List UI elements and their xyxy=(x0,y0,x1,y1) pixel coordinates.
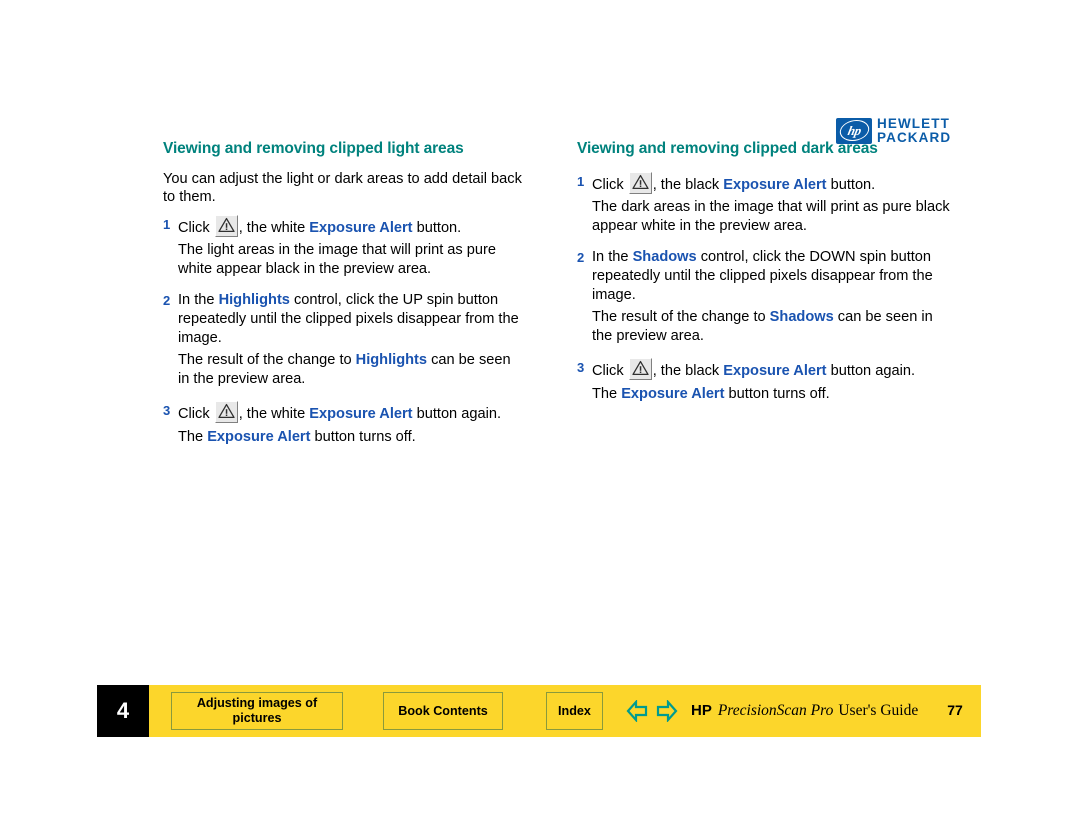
inline-emphasis-term: Exposure Alert xyxy=(207,428,311,445)
step-number: 1 xyxy=(577,173,585,189)
inline-emphasis-term: Exposure Alert xyxy=(309,406,413,423)
step-number: 3 xyxy=(163,403,171,419)
right-content-column: Viewing and removing clipped dark areas … xyxy=(577,140,955,404)
footer-title-hp: HP xyxy=(691,702,712,719)
step-number: 2 xyxy=(163,293,171,309)
inline-emphasis-term: Shadows xyxy=(632,249,697,266)
step-text: Click , the white Exposure Alert button … xyxy=(178,401,523,424)
warning-alert-icon[interactable] xyxy=(628,171,652,194)
step-text: In the Shadows control, click the DOWN s… xyxy=(592,249,933,303)
hp-logo-mark-text: hp xyxy=(846,123,862,139)
step-detail-text: The Exposure Alert button turns off. xyxy=(592,385,830,402)
inline-emphasis-term: Exposure Alert xyxy=(309,219,413,236)
step-detail-text: The result of the change to Shadows can … xyxy=(592,309,933,344)
hp-logo-line1: HEWLETT xyxy=(877,116,950,131)
numbered-step: 3 Click , the black Exposure Alert button… xyxy=(577,358,955,381)
step-number: 3 xyxy=(577,360,585,376)
left-steps-list: 1 Click , the white Exposure Alert button… xyxy=(163,214,523,447)
left-content-column: Viewing and removing clipped light areas… xyxy=(163,140,523,447)
inline-emphasis-term: Exposure Alert xyxy=(723,363,827,380)
numbered-step: 2 In the Highlights control, click the UP… xyxy=(163,291,523,347)
inline-emphasis-term: Highlights xyxy=(218,292,290,309)
inline-emphasis-term: Exposure Alert xyxy=(621,385,725,402)
left-arrow-icon[interactable] xyxy=(625,700,649,722)
inline-emphasis-term: Highlights xyxy=(355,352,428,369)
warning-alert-icon[interactable] xyxy=(214,214,238,237)
step-text: Click , the black Exposure Alert button … xyxy=(592,358,955,381)
numbered-step: 2 In the Shadows control, click the DOWN … xyxy=(577,248,955,304)
footer-chapter-button[interactable]: Adjusting images of pictures xyxy=(171,692,343,730)
step-detail-text: The result of the change to Highlights c… xyxy=(178,352,511,387)
step-number: 1 xyxy=(163,216,171,232)
step-detail-text: The dark areas in the image that will pr… xyxy=(592,199,950,234)
page-footer: 4 Adjusting images of pictures Book Cont… xyxy=(97,685,981,737)
inline-emphasis-term: Exposure Alert xyxy=(723,176,827,193)
footer-page-number: 77 xyxy=(947,702,963,718)
footer-index-button[interactable]: Index xyxy=(546,692,603,730)
footer-nav-arrows xyxy=(625,700,679,722)
footer-title-product: PrecisionScan Pro xyxy=(717,702,834,719)
step-text: Click , the white Exposure Alert button. xyxy=(178,214,523,238)
footer-book-contents-button[interactable]: Book Contents xyxy=(383,692,503,730)
numbered-step: 1 Click , the black Exposure Alert button… xyxy=(577,171,955,195)
footer-title-guide: User's Guide xyxy=(838,702,919,719)
warning-alert-icon[interactable] xyxy=(214,401,238,424)
right-arrow-icon[interactable] xyxy=(655,700,679,722)
left-section-heading: Viewing and removing clipped light areas xyxy=(163,140,464,157)
step-number: 2 xyxy=(577,250,585,266)
chapter-number-badge: 4 xyxy=(97,685,149,737)
step-text: In the Highlights control, click the UP … xyxy=(178,292,519,346)
step-detail-text: The Exposure Alert button turns off. xyxy=(178,428,416,445)
warning-alert-icon[interactable] xyxy=(628,358,652,381)
numbered-step: 3 Click , the white Exposure Alert button… xyxy=(163,401,523,424)
inline-emphasis-term: Shadows xyxy=(769,309,834,326)
right-steps-list: 1 Click , the black Exposure Alert button… xyxy=(577,171,955,404)
step-text: Click , the black Exposure Alert button. xyxy=(592,171,955,195)
numbered-step: 1 Click , the white Exposure Alert button… xyxy=(163,214,523,238)
right-section-heading: Viewing and removing clipped dark areas xyxy=(577,140,878,157)
left-intro-paragraph: You can adjust the light or dark areas t… xyxy=(163,170,522,206)
step-detail-text: The light areas in the image that will p… xyxy=(178,242,496,277)
footer-guide-title: HP PrecisionScan Pro User's Guide 77 xyxy=(691,702,963,720)
